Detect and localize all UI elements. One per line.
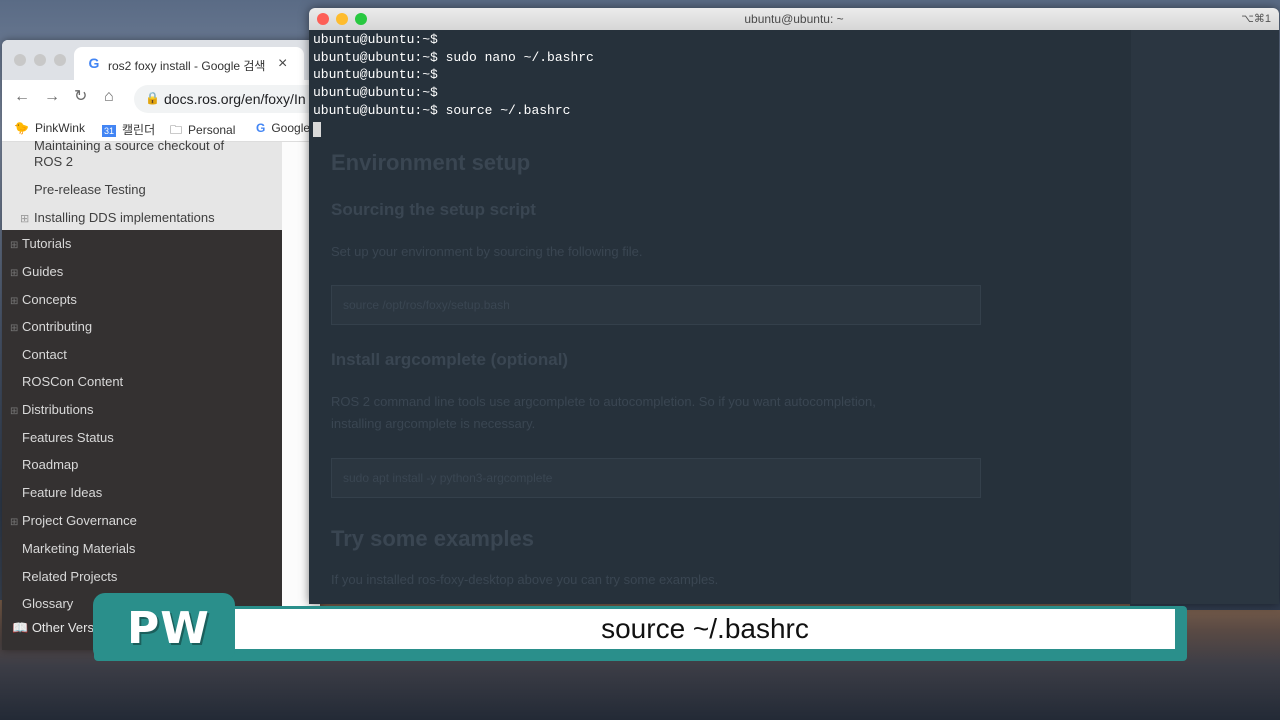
sidebar-item-roscon-content[interactable]: ROSCon Content [22, 374, 123, 390]
bg-paragraph-argcomplete-1: ROS 2 command line tools use argcomplete… [331, 394, 876, 409]
sidebar-item-features-status[interactable]: Features Status [22, 430, 114, 446]
sidebar-item-concepts[interactable]: Concepts [22, 292, 77, 308]
sidebar-item-contact[interactable]: Contact [22, 347, 67, 363]
window-minimize-button[interactable] [34, 54, 46, 66]
bg-heading-examples: Try some examples [331, 526, 535, 551]
bg-paragraph-argcomplete-2: installing argcomplete is necessary. [331, 416, 536, 431]
window-zoom-button[interactable] [54, 54, 66, 66]
browser-toolbar: ← → ↻ ⌂ 🔒 docs.ros.org/en/foxy/In [2, 80, 320, 116]
caption-text: source ~/.bashrc [235, 609, 1175, 649]
sidebar-link-source-checkout[interactable]: Maintaining a source checkout of [34, 138, 224, 154]
google-favicon-icon: G [88, 55, 100, 71]
expand-plus-icon[interactable]: ⊞ [10, 268, 18, 279]
bookmark-label: Google [271, 121, 311, 135]
book-icon: 📖 [12, 620, 29, 635]
bg-paragraph-examples: If you installed ros-foxy-desktop above … [331, 572, 719, 587]
sidebar-item-distributions[interactable]: Distributions [22, 402, 94, 418]
expand-plus-icon[interactable]: ⊞ [10, 323, 18, 334]
address-bar-url: docs.ros.org/en/foxy/In [164, 91, 306, 107]
sidebar-item-contributing[interactable]: Contributing [22, 319, 92, 335]
bookmark-calendar[interactable]: 31 캘린더 [102, 121, 155, 138]
bg-heading-sourcing: Sourcing the setup script [331, 200, 536, 219]
sidebar-link-source-checkout-cont[interactable]: ROS 2 [34, 154, 73, 170]
bookmark-google[interactable]: G Google [256, 121, 310, 135]
window-close-button[interactable] [14, 54, 26, 66]
terminal-shortcut: ⌥⌘1 [1241, 13, 1271, 25]
forward-arrow-icon[interactable]: → [44, 88, 60, 106]
window-close-button[interactable] [317, 13, 329, 25]
expand-plus-icon[interactable]: ⊞ [20, 212, 29, 225]
bookmark-label: 캘린더 [122, 123, 156, 137]
shell-prompt: ubuntu@ubuntu:~$ [313, 103, 438, 118]
sidebar-item-glossary[interactable]: Glossary [22, 596, 73, 612]
sidebar-link-installing-dds[interactable]: Installing DDS implementations [34, 210, 215, 226]
pw-logo: PW [127, 603, 210, 654]
pinkwink-icon: 🐤 [14, 121, 29, 135]
tab-close-icon[interactable]: × [278, 55, 287, 73]
browser-window: G ros2 foxy install - Google 검색 × ← → ↻ … [2, 40, 320, 650]
terminal-line: ubuntu@ubuntu:~$ [313, 31, 438, 48]
shell-prompt: ubuntu@ubuntu:~$ [313, 50, 438, 65]
terminal-title: ubuntu@ubuntu: ~ [744, 12, 844, 26]
browser-tab-bar: G ros2 foxy install - Google 검색 × [2, 40, 320, 80]
sidebar-item-tutorials[interactable]: Tutorials [22, 236, 71, 252]
back-arrow-icon[interactable]: ← [14, 88, 30, 106]
shell-prompt: ubuntu@ubuntu:~$ [313, 32, 438, 47]
calendar-icon: 31 [102, 125, 117, 137]
expand-plus-icon[interactable]: ⊞ [10, 517, 18, 528]
sidebar-item-project-governance[interactable]: Project Governance [22, 513, 137, 529]
browser-tab[interactable]: G ros2 foxy install - Google 검색 × [74, 47, 304, 80]
terminal-line: ubuntu@ubuntu:~$ source ~/.bashrc [313, 102, 570, 119]
reload-icon[interactable]: ↻ [74, 88, 87, 106]
lock-icon: 🔒 [145, 91, 160, 105]
window-minimize-button[interactable] [336, 13, 348, 25]
shell-command: sudo nano ~/.bashrc [437, 50, 594, 65]
shell-prompt: ubuntu@ubuntu:~$ [313, 67, 438, 82]
other-versions-label: Other Versi [31, 620, 97, 635]
terminal-window[interactable]: ubuntu@ubuntu: ~ ⌥⌘1 Environment setup S… [309, 8, 1279, 604]
terminal-body[interactable]: Environment setup Sourcing the setup scr… [309, 30, 1279, 604]
sidebar-item-feature-ideas[interactable]: Feature Ideas [22, 485, 102, 501]
address-bar[interactable]: 🔒 docs.ros.org/en/foxy/In [134, 85, 320, 113]
bg-heading-environment-setup: Environment setup [331, 150, 531, 175]
sidebar-link-pre-release-testing[interactable]: Pre-release Testing [34, 182, 146, 198]
sidebar-item-marketing-materials[interactable]: Marketing Materials [22, 541, 135, 557]
google-icon: G [256, 121, 266, 135]
terminal-line: ubuntu@ubuntu:~$ [313, 66, 438, 83]
sidebar-subsection: Maintaining a source checkout of ROS 2 P… [2, 138, 282, 230]
home-icon[interactable]: ⌂ [104, 88, 114, 106]
terminal-title-bar: ubuntu@ubuntu: ~ ⌥⌘1 [309, 8, 1279, 30]
shell-prompt: ubuntu@ubuntu:~$ [313, 85, 438, 100]
bookmark-pinkwink[interactable]: 🐤 PinkWink [14, 121, 85, 135]
expand-plus-icon[interactable]: ⊞ [10, 240, 18, 251]
expand-plus-icon[interactable]: ⊞ [10, 296, 18, 307]
other-versions-link[interactable]: 📖 Other Versi [12, 620, 97, 636]
sidebar-item-related-projects[interactable]: Related Projects [22, 569, 117, 585]
sidebar-item-guides[interactable]: Guides [22, 264, 63, 280]
terminal-line: ubuntu@ubuntu:~$ [313, 84, 438, 101]
sidebar-navigation: ⊞ Tutorials ⊞ Guides ⊞ Concepts ⊞ Contri… [2, 230, 282, 650]
bg-code-source: source /opt/ros/foxy/setup.bash [343, 298, 510, 312]
expand-plus-icon[interactable]: ⊞ [10, 406, 18, 417]
terminal-line: ubuntu@ubuntu:~$ sudo nano ~/.bashrc [313, 49, 594, 66]
sidebar-item-roadmap[interactable]: Roadmap [22, 457, 78, 473]
bg-heading-argcomplete: Install argcomplete (optional) [331, 350, 569, 369]
background-page-sidebar [1131, 30, 1279, 604]
shell-command: source ~/.bashrc [437, 103, 571, 118]
terminal-cursor [313, 122, 321, 137]
bookmark-label: PinkWink [34, 121, 85, 135]
tab-title: ros2 foxy install - Google 검색 [108, 59, 266, 73]
bg-code-argcomplete: sudo apt install -y python3-argcomplete [343, 471, 553, 485]
bookmark-label: Personal [188, 123, 236, 137]
window-zoom-button[interactable] [355, 13, 367, 25]
bg-paragraph-setup: Set up your environment by sourcing the … [331, 244, 643, 259]
